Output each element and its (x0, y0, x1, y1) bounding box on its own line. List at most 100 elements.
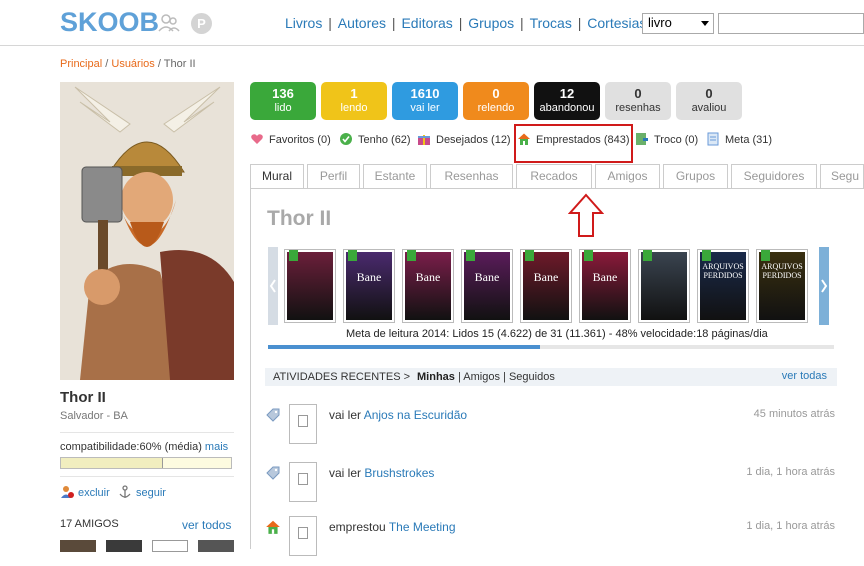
page-title: Thor II (267, 207, 332, 230)
stat-rated[interactable]: 0 avaliou (676, 82, 742, 120)
exclude-friend-button[interactable]: excluir (60, 485, 110, 499)
breadcrumb-users[interactable]: Usuários (111, 58, 154, 70)
bookmark-icon (643, 250, 652, 261)
activities-title: ATIVIDADES RECENTES > (273, 371, 411, 383)
shelf-wanted[interactable]: Desejados (12) (417, 132, 511, 146)
search-input[interactable] (718, 13, 864, 34)
tab-grupos[interactable]: Grupos (663, 164, 728, 188)
book-thumbnail[interactable] (289, 516, 317, 556)
main-nav: Livros | Autores | Editoras | Grupos | T… (285, 15, 647, 31)
filter-mine[interactable]: Minhas (417, 371, 455, 383)
book-title: ARQUIVOS PERDIDOS (761, 262, 803, 280)
tab-amigos[interactable]: Amigos (595, 164, 660, 188)
tab-mural[interactable]: Mural (250, 164, 304, 188)
search-type-value: livro (648, 15, 672, 30)
friend-avatar[interactable] (152, 540, 188, 552)
site-logo[interactable]: SKOOB (60, 7, 159, 38)
nav-cortesias[interactable]: Cortesias (587, 15, 646, 31)
activities-see-all-link[interactable]: ver todas (782, 370, 827, 382)
anchor-icon (119, 485, 131, 498)
stat-abandoned[interactable]: 12 abandonou (534, 82, 600, 120)
book-cover[interactable]: Bane (520, 249, 572, 323)
chevron-right-icon (821, 279, 828, 293)
profile-name: Thor II (60, 389, 106, 406)
book-thumbnail[interactable] (289, 404, 317, 444)
book-cover[interactable]: Bane (343, 249, 395, 323)
filter-friends[interactable]: Amigos (463, 371, 500, 383)
book-carousel: Bane Bane Bane Bane Bane ARQUIVOS PERDIDOS ARQ… (268, 247, 830, 325)
tab-seguindo[interactable]: Segu (820, 164, 864, 188)
follow-button[interactable]: seguir (118, 485, 166, 499)
book-cover[interactable]: ARQUIVOS PERDIDOS (756, 249, 808, 323)
stat-reviews[interactable]: 0 resenhas (605, 82, 671, 120)
shelf-own[interactable]: Tenho (62) (339, 132, 411, 146)
check-icon (340, 133, 352, 145)
search-type-select[interactable]: livro (642, 13, 714, 34)
book-cover[interactable]: Bane (461, 249, 513, 323)
activities-filter: Minhas | Amigos | Seguidos (417, 371, 555, 383)
user-remove-icon (61, 486, 74, 498)
book-cover[interactable] (638, 249, 690, 323)
tab-recados[interactable]: Recados (516, 164, 592, 188)
friend-avatar[interactable] (106, 540, 142, 552)
book-title: Bane (533, 270, 559, 284)
nav-grupos[interactable]: Grupos (468, 15, 514, 31)
reading-goal-progress (268, 345, 834, 349)
friend-avatar[interactable] (198, 540, 234, 552)
stat-will-read[interactable]: 1610 vai ler (392, 82, 458, 120)
nav-livros[interactable]: Livros (285, 15, 322, 31)
friend-avatar[interactable] (60, 540, 96, 552)
filter-followed[interactable]: Seguidos (509, 371, 555, 383)
activity-time: 1 dia, 1 hora atrás (746, 466, 835, 478)
compatibility-bar-fill (61, 458, 163, 468)
avatar (60, 82, 234, 380)
gift-icon (418, 135, 430, 145)
book-title: ARQUIVOS PERDIDOS (702, 262, 744, 280)
shelf-goal[interactable]: Meta (31) (706, 132, 772, 146)
compatibility-bar (60, 457, 232, 469)
book-cover[interactable]: Bane (579, 249, 631, 323)
breadcrumb-home[interactable]: Principal (60, 58, 102, 70)
tab-estante[interactable]: Estante (363, 164, 427, 188)
nav-trocas[interactable]: Trocas (530, 15, 572, 31)
profile-location: Salvador - BA (60, 410, 128, 422)
activity-book-link[interactable]: Brushstrokes (364, 466, 434, 480)
activity-book-link[interactable]: Anjos na Escuridão (364, 408, 467, 422)
nav-editoras[interactable]: Editoras (401, 15, 452, 31)
book-thumbnail[interactable] (289, 462, 317, 502)
shelf-trade[interactable]: Troco (0) (635, 132, 698, 146)
bookmark-icon (525, 250, 534, 261)
stat-reading[interactable]: 1 lendo (321, 82, 387, 120)
tab-seguidores[interactable]: Seguidores (731, 164, 817, 188)
chevron-left-icon (269, 279, 276, 293)
book-cover[interactable]: Bane (402, 249, 454, 323)
highlight-annotation (514, 124, 633, 163)
carousel-next-button[interactable] (819, 247, 829, 325)
nav-autores[interactable]: Autores (338, 15, 386, 31)
friends-see-all-link[interactable]: ver todos (182, 518, 231, 532)
shelf-favorites[interactable]: Favoritos (0) (250, 132, 331, 146)
heart-icon (251, 134, 263, 144)
book-cover[interactable] (284, 249, 336, 323)
bookmark-icon (761, 250, 770, 261)
bookmark-icon (584, 250, 593, 261)
friends-title: 17 AMIGOS (60, 518, 119, 530)
carousel-prev-button[interactable] (268, 247, 278, 325)
book-title: Bane (474, 270, 500, 284)
bookmark-icon (466, 250, 475, 261)
compatibility-more-link[interactable]: mais (205, 441, 228, 453)
bookmark-icon (407, 250, 416, 261)
stat-read[interactable]: 136 lido (250, 82, 316, 120)
stat-rereading[interactable]: 0 relendo (463, 82, 529, 120)
book-title: Bane (415, 270, 441, 284)
tab-resenhas[interactable]: Resenhas (430, 164, 513, 188)
book-cover[interactable]: ARQUIVOS PERDIDOS (697, 249, 749, 323)
exchange-icon (636, 133, 648, 145)
activity-item: vai ler Anjos na Escuridão 45 minutos at… (265, 404, 837, 454)
premium-badge[interactable]: P (191, 13, 212, 34)
tab-perfil[interactable]: Perfil (307, 164, 360, 188)
friends-icon[interactable] (157, 11, 181, 35)
bookmark-icon (348, 250, 357, 261)
activity-book-link[interactable]: The Meeting (389, 520, 456, 534)
activity-item: emprestou The Meeting 1 dia, 1 hora atrá… (265, 516, 837, 566)
